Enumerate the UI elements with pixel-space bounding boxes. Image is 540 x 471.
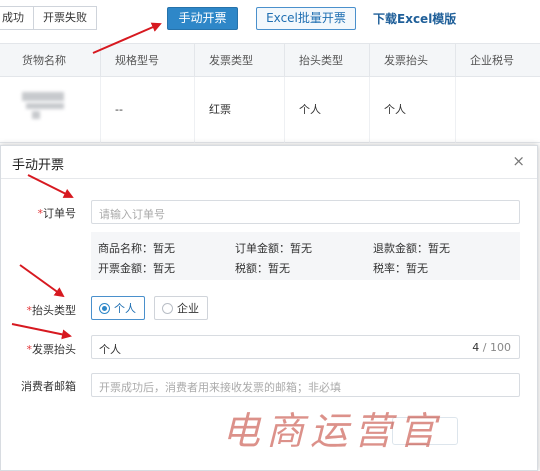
cell-invoice-title: 个人 — [369, 77, 406, 143]
blurred-product-name — [22, 92, 68, 120]
table-row: -- 红票 个人 个人 — [0, 77, 540, 143]
order-no-input[interactable]: 请输入订单号 — [91, 200, 520, 224]
order-no-placeholder: 请输入订单号 — [99, 208, 165, 221]
excel-batch-invoice-button[interactable]: Excel批量开票 — [256, 7, 356, 30]
radio-personal[interactable]: 个人 — [91, 296, 145, 320]
char-counter: 4 / 100 — [472, 341, 511, 354]
info-tax-rate: 税率：暂无 — [373, 262, 428, 275]
radio-company[interactable]: 企业 — [154, 296, 208, 320]
close-icon[interactable]: × — [512, 153, 525, 169]
col-header-tax-id: 企业税号 — [455, 44, 514, 78]
consumer-email-input[interactable]: 开票成功后，消费者用来接收发票的邮箱；非必填 — [91, 373, 520, 397]
tab-success[interactable]: 成功 — [0, 6, 34, 30]
watermark-logo: 电商运营官 — [222, 409, 443, 453]
col-header-invoice-title: 发票抬头 — [369, 44, 428, 78]
cell-title-type: 个人 — [284, 77, 321, 143]
info-refund-amount: 退款金额：暂无 — [373, 242, 450, 255]
order-no-label: *订单号 — [37, 207, 77, 220]
order-info-panel: 商品名称：暂无 订单金额：暂无 退款金额：暂无 开票金额：暂无 税额：暂无 税率… — [91, 232, 520, 280]
radio-checked-icon — [99, 302, 110, 314]
consumer-email-label: 消费者邮箱 — [21, 380, 76, 393]
invoice-title-value: 个人 — [99, 343, 121, 356]
dialog-title: 手动开票 — [12, 158, 65, 173]
col-header-title-type: 抬头类型 — [284, 44, 343, 78]
invoice-title-input[interactable]: 个人 4 / 100 — [91, 335, 520, 359]
invoice-table: 货物名称 规格型号 发票类型 抬头类型 发票抬头 企业税号 -- 红票 个人 个… — [0, 43, 540, 143]
info-invoice-amount: 开票金额：暂无 — [98, 262, 175, 275]
invoice-title-label: *发票抬头 — [26, 343, 77, 356]
table-header: 货物名称 规格型号 发票类型 抬头类型 发票抬头 企业税号 — [0, 43, 540, 78]
info-product-name: 商品名称：暂无 — [98, 242, 175, 255]
status-tabs: 成功 开票失败 — [0, 6, 97, 30]
info-tax: 税额：暂无 — [235, 262, 290, 275]
cell-invoice-type: 红票 — [194, 77, 231, 143]
radio-company-label: 企业 — [177, 302, 199, 315]
radio-personal-label: 个人 — [114, 302, 136, 315]
radio-unchecked-icon — [162, 302, 173, 314]
title-type-label: *抬头类型 — [26, 304, 77, 317]
col-header-spec: 规格型号 — [100, 44, 159, 78]
cell-spec: -- — [100, 77, 123, 143]
manual-invoice-button[interactable]: 手动开票 — [167, 7, 238, 30]
dialog-header: 手动开票 × — [1, 146, 537, 179]
consumer-email-placeholder: 开票成功后，消费者用来接收发票的邮箱；非必填 — [99, 381, 341, 394]
tab-failed[interactable]: 开票失败 — [33, 6, 97, 30]
download-excel-template-link[interactable]: 下载Excel模版 — [373, 10, 456, 27]
cell-tax-id — [455, 77, 470, 143]
info-order-amount: 订单金额：暂无 — [235, 242, 312, 255]
col-header-invoice-type: 发票类型 — [194, 44, 253, 78]
col-header-product: 货物名称 — [22, 54, 66, 67]
